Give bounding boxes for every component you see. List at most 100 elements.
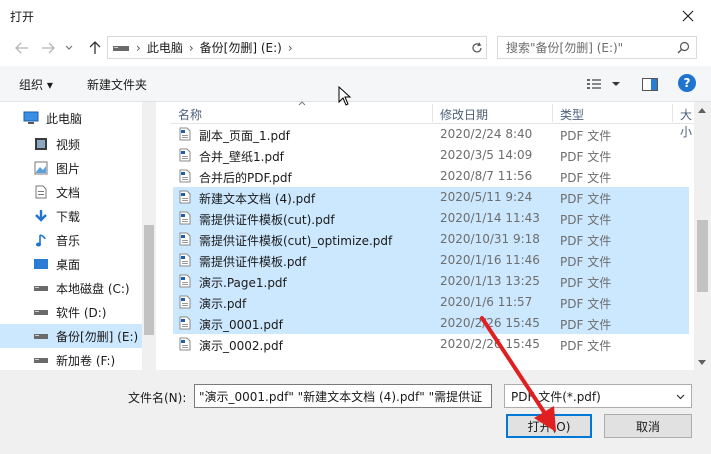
column-type[interactable]: 类型 xyxy=(560,106,584,123)
sidebar-item-label: 新加卷 (F:) xyxy=(56,353,116,368)
file-row[interactable]: 演示.Page1.pdf 2020/1/13 13:25 PDF 文件 xyxy=(173,271,689,292)
search-icon xyxy=(677,41,690,54)
download-icon xyxy=(32,208,50,224)
sidebar-item-entry[interactable]: 视频 xyxy=(0,132,142,156)
column-date[interactable]: 修改日期 xyxy=(440,106,488,123)
sidebar-item-label: 软件 (D:) xyxy=(56,305,107,320)
search-input[interactable]: 搜索"备份[勿删] (E:)" xyxy=(497,36,697,59)
filename-value: "演示_0001.pdf" "新建文本文档 (4).pdf" "需提供证 xyxy=(199,389,483,404)
view-details-icon xyxy=(587,79,601,89)
file-row[interactable]: 演示_0002.pdf 2020/2/26 15:45 PDF 文件 xyxy=(173,334,689,355)
arrow-right-icon xyxy=(42,42,55,54)
sidebar-item-label: 文档 xyxy=(56,185,81,200)
file-date: 2020/1/14 11:43 xyxy=(440,211,540,225)
file-name: 副本_页面_1.pdf xyxy=(199,129,290,143)
video-icon xyxy=(32,136,50,152)
up-button[interactable] xyxy=(85,38,105,58)
file-name: 需提供证件模板(cut)_optimize.pdf xyxy=(199,234,393,248)
column-name[interactable]: 名称 xyxy=(178,106,202,123)
file-row[interactable]: 新建文本文档 (4).pdf 2020/5/11 9:24 PDF 文件 xyxy=(173,187,689,208)
sidebar-item-label: 此电脑 xyxy=(46,111,83,126)
file-list-scrollbar-thumb[interactable] xyxy=(697,220,708,292)
file-date: 2020/1/16 11:46 xyxy=(440,253,540,267)
breadcrumb-item-drive-e[interactable]: 备份[勿删] (E:) xyxy=(200,39,282,56)
column-header: 名称 修改日期 类型 大小 xyxy=(170,101,694,139)
pictures-icon xyxy=(32,160,50,176)
file-type: PDF 文件 xyxy=(560,171,612,185)
breadcrumb-item-this-pc[interactable]: 此电脑 xyxy=(147,39,183,56)
pdf-file-icon xyxy=(179,127,191,141)
filetype-select[interactable]: PDF 文件(*.pdf) xyxy=(504,384,692,408)
file-row[interactable]: 副本_页面_1.pdf 2020/2/24 8:40 PDF 文件 xyxy=(173,124,689,145)
sidebar-item-entry[interactable]: 下载 xyxy=(0,204,142,228)
file-row[interactable]: 需提供证件模板(cut).pdf 2020/1/14 11:43 PDF 文件 xyxy=(173,208,689,229)
sidebar-item-entry[interactable]: 本地磁盘 (C:) xyxy=(0,276,142,300)
file-date: 2020/10/31 9:18 xyxy=(440,232,540,246)
footer-panel xyxy=(0,370,711,454)
back-button[interactable] xyxy=(12,38,32,58)
breadcrumb-separator-icon: › xyxy=(136,40,141,55)
refresh-button[interactable] xyxy=(467,37,487,58)
file-date: 2020/2/26 15:45 xyxy=(440,316,540,330)
help-button[interactable]: ? xyxy=(678,74,696,92)
file-row[interactable]: 需提供证件模板.pdf 2020/1/16 11:46 PDF 文件 xyxy=(173,250,689,271)
sidebar-item-this-pc[interactable]: 此电脑 xyxy=(0,106,142,130)
desktop-icon xyxy=(32,256,50,272)
sidebar-scrollbar-thumb[interactable] xyxy=(144,225,154,335)
close-icon xyxy=(682,10,694,22)
file-date: 2020/8/7 11:56 xyxy=(440,169,533,183)
file-date: 2020/5/11 9:24 xyxy=(440,190,533,204)
file-date: 2020/2/26 15:45 xyxy=(440,337,540,351)
file-type: PDF 文件 xyxy=(560,276,612,290)
filetype-value: PDF 文件(*.pdf) xyxy=(511,389,601,404)
file-name: 需提供证件模板.pdf xyxy=(199,255,307,269)
column-divider[interactable] xyxy=(432,104,433,122)
sidebar-item-entry[interactable]: 文档 xyxy=(0,180,142,204)
sidebar-item-entry[interactable]: 图片 xyxy=(0,156,142,180)
sidebar-item-entry[interactable]: 备份[勿删] (E:) xyxy=(0,324,142,348)
file-row[interactable]: 演示_0001.pdf 2020/2/26 15:45 PDF 文件 xyxy=(173,313,689,334)
sidebar-item-entry[interactable]: 软件 (D:) xyxy=(0,300,142,324)
file-name: 新建文本文档 (4).pdf xyxy=(199,192,316,206)
filename-input[interactable]: "演示_0001.pdf" "新建文本文档 (4).pdf" "需提供证 xyxy=(194,384,492,408)
sidebar-item-label: 下载 xyxy=(56,209,81,224)
view-options-button[interactable] xyxy=(587,75,623,93)
filename-label: 文件名(N): xyxy=(128,391,187,405)
cancel-button[interactable]: 取消 xyxy=(604,414,692,438)
sidebar-item-label: 视频 xyxy=(56,137,81,152)
sidebar-item-label: 音乐 xyxy=(56,233,81,248)
documents-icon xyxy=(32,184,50,200)
close-button[interactable] xyxy=(665,0,711,32)
file-row[interactable]: 演示.pdf 2020/1/6 11:57 PDF 文件 xyxy=(173,292,689,313)
sidebar-item-entry[interactable]: 新加卷 (F:) xyxy=(0,348,142,372)
file-row[interactable]: 需提供证件模板(cut)_optimize.pdf 2020/10/31 9:18… xyxy=(173,229,689,250)
sidebar-item-entry[interactable]: 音乐 xyxy=(0,228,142,252)
sidebar-item-label: 桌面 xyxy=(56,257,81,272)
open-button[interactable]: 打开(O) xyxy=(506,414,592,438)
pdf-file-icon xyxy=(179,232,191,246)
breadcrumb-separator-icon: › xyxy=(287,40,293,55)
pdf-file-icon xyxy=(179,295,191,309)
file-name: 需提供证件模板(cut).pdf xyxy=(199,213,335,227)
pdf-file-icon xyxy=(179,274,191,288)
chevron-down-icon xyxy=(612,82,620,86)
open-button-label: 打开(O) xyxy=(527,419,571,434)
arrow-left-icon xyxy=(15,42,28,54)
arrow-up-icon xyxy=(89,41,101,54)
column-divider[interactable] xyxy=(672,104,673,122)
forward-button[interactable] xyxy=(38,38,58,58)
address-bar[interactable]: › 此电脑 › 备份[勿删] (E:) › xyxy=(107,36,487,59)
sidebar-item-entry[interactable]: 桌面 xyxy=(0,252,142,276)
recent-locations-button[interactable] xyxy=(62,38,76,58)
column-divider[interactable] xyxy=(552,104,553,122)
pdf-file-icon xyxy=(179,337,191,351)
new-folder-button[interactable]: 新建文件夹 xyxy=(87,76,147,93)
preview-pane-button[interactable] xyxy=(641,75,659,93)
organize-button[interactable]: 组织 ▾ xyxy=(19,76,53,93)
drive-icon xyxy=(113,45,129,51)
scroll-down-icon xyxy=(698,360,706,365)
cancel-button-label: 取消 xyxy=(635,419,660,434)
file-type: PDF 文件 xyxy=(560,213,612,227)
file-row[interactable]: 合并_壁纸1.pdf 2020/3/5 14:09 PDF 文件 xyxy=(173,145,689,166)
file-row[interactable]: 合并后的PDF.pdf 2020/8/7 11:56 PDF 文件 xyxy=(173,166,689,187)
